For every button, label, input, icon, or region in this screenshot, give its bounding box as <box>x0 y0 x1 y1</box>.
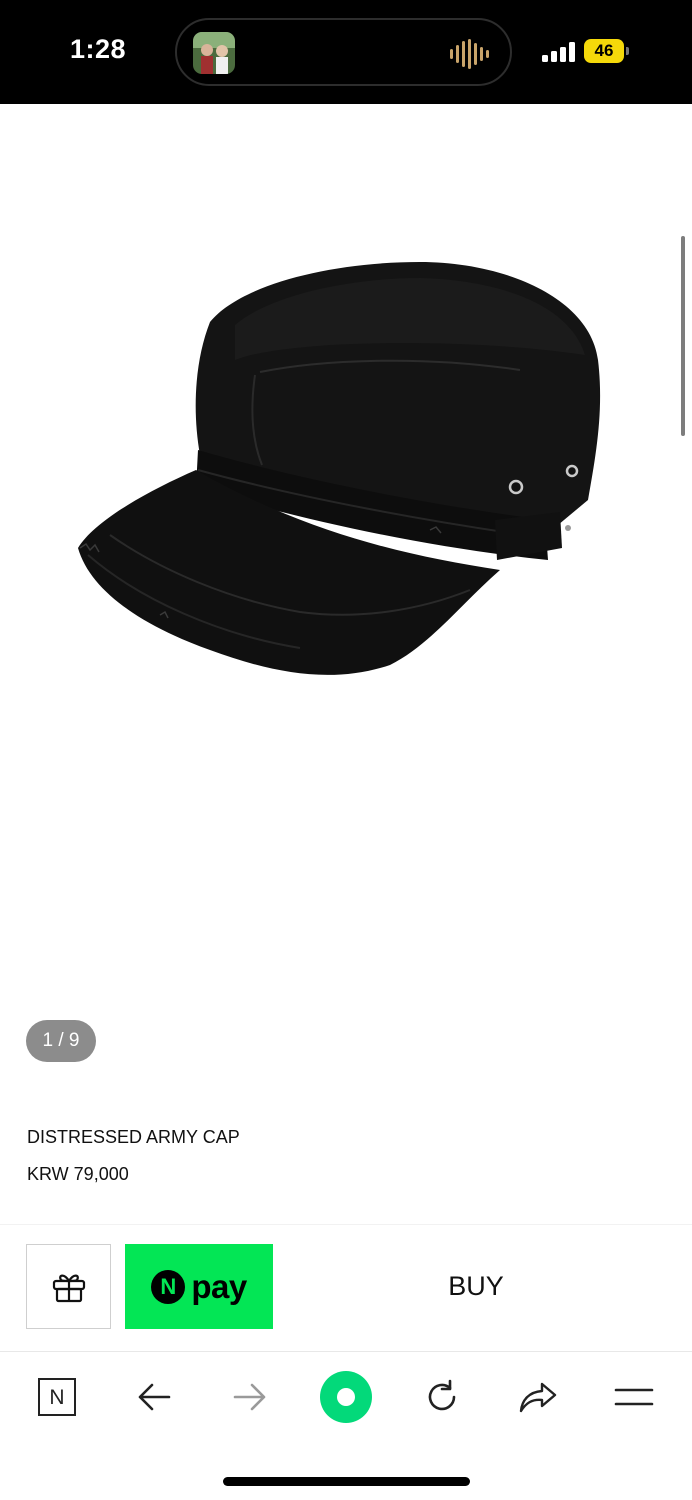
status-time: 1:28 <box>70 34 127 64</box>
status-bar: 1:28 46 <box>0 0 692 104</box>
share-icon <box>519 1382 557 1413</box>
forward-button[interactable] <box>222 1372 278 1422</box>
now-playing-artwork <box>193 32 235 74</box>
battery-icon: 46 <box>584 39 624 63</box>
buy-button[interactable]: BUY <box>290 1244 662 1329</box>
purchase-bar: N pay BUY <box>0 1224 692 1350</box>
product-image <box>78 262 601 675</box>
product-image-gallery[interactable] <box>0 104 692 1094</box>
audio-wave-icon <box>450 38 490 70</box>
share-button[interactable] <box>510 1372 566 1422</box>
dynamic-island[interactable] <box>175 18 512 86</box>
naver-home-button[interactable]: N <box>29 1372 85 1422</box>
reload-button[interactable] <box>414 1372 470 1422</box>
naver-pay-label: pay <box>191 1267 247 1305</box>
image-counter-badge: 1 / 9 <box>26 1020 96 1062</box>
browser-toolbar: N <box>0 1351 692 1500</box>
naver-pay-button[interactable]: N pay <box>125 1244 273 1329</box>
cellular-signal-icon <box>542 40 576 62</box>
menu-button[interactable] <box>606 1372 662 1422</box>
gift-icon <box>52 1274 85 1302</box>
battery-tip <box>626 47 629 55</box>
arrow-left-icon <box>138 1383 171 1411</box>
gift-button[interactable] <box>26 1244 111 1329</box>
menu-icon <box>614 1388 654 1406</box>
green-dot-button[interactable] <box>318 1371 374 1423</box>
arrow-right-icon <box>233 1383 266 1411</box>
naver-home-glyph: N <box>49 1385 65 1409</box>
product-name: DISTRESSED ARMY CAP <box>27 1127 240 1147</box>
reload-icon <box>428 1379 456 1411</box>
green-dot-icon <box>320 1371 372 1423</box>
product-price: KRW 79,000 <box>27 1164 129 1184</box>
naver-home-icon: N <box>38 1378 76 1416</box>
back-button[interactable] <box>126 1372 182 1422</box>
home-indicator[interactable] <box>223 1477 470 1486</box>
naver-pay-badge: N <box>151 1269 186 1304</box>
page-scrollbar[interactable] <box>681 236 685 436</box>
